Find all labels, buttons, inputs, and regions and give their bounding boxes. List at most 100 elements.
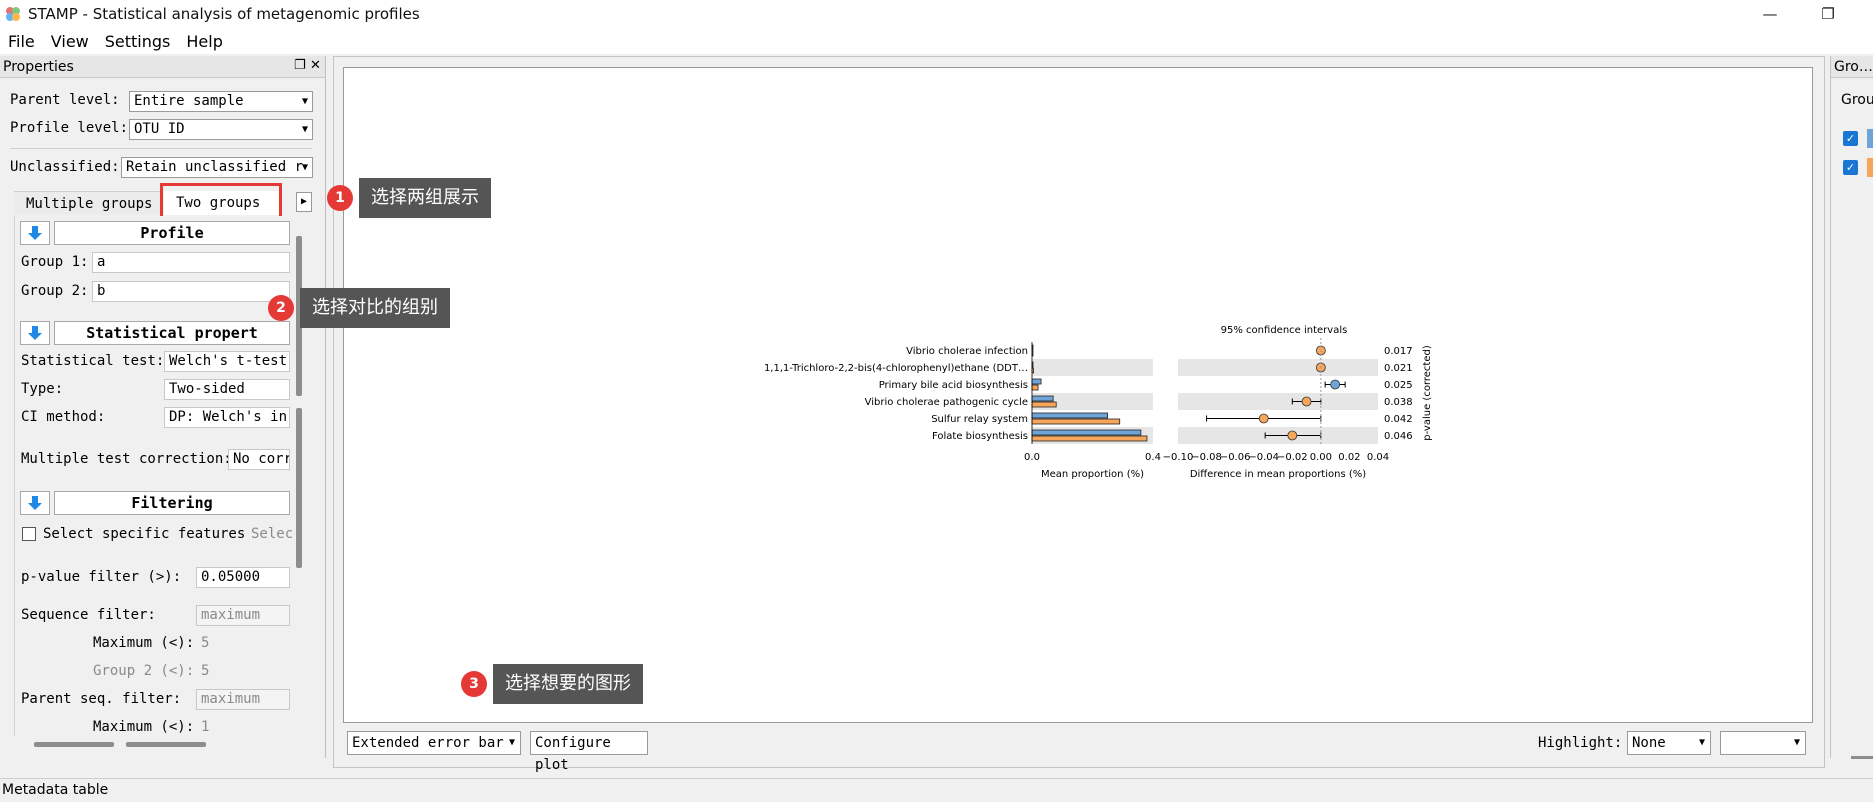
profile-section-title: Profile — [54, 221, 290, 245]
mean-diff-point — [1258, 413, 1269, 424]
row-band — [1032, 427, 1153, 444]
parent-maximum-spinbox[interactable]: 1 — [196, 717, 290, 738]
feature-label: Folate biosynthesis — [932, 431, 1028, 442]
group-b-checkbox[interactable]: ✓ — [1843, 160, 1858, 175]
groups-panel-title: Gro… — [1831, 56, 1873, 78]
h-scrollbar-thumb[interactable] — [34, 742, 114, 747]
bar-b — [1031, 418, 1121, 425]
x-tick-left: 0.0 — [1024, 452, 1040, 463]
correction-label: Multiple test correction: — [21, 451, 232, 467]
correction-combo[interactable]: No corr — [228, 449, 290, 470]
h-scrollbar-thumb[interactable] — [1851, 756, 1873, 759]
plot-type-combo[interactable]: Extended error bar ▼ — [347, 731, 521, 755]
parent-seq-filter-combo[interactable]: maximum — [196, 689, 290, 710]
minimize-icon[interactable]: — — [1746, 0, 1794, 28]
metadata-table-tab[interactable]: Metadata table — [2, 782, 108, 798]
highlight-label: Highlight: — [1538, 735, 1623, 751]
group-a-color-swatch[interactable] — [1867, 129, 1873, 148]
callout-text: 选择想要的图形 — [493, 664, 643, 704]
maximum-spinbox[interactable]: 5 — [196, 633, 290, 654]
plot-canvas: 95% confidence intervals Vibrio cholerae … — [343, 67, 1813, 723]
chevron-down-icon: ▼ — [1698, 737, 1705, 748]
bar-a — [1031, 412, 1109, 419]
tab-multiple-groups[interactable]: Multiple groups — [14, 191, 160, 215]
scrollbar-thumb[interactable] — [296, 408, 302, 568]
x-tick-right: −0.04 — [1248, 452, 1279, 463]
group2-combo[interactable]: b — [92, 281, 290, 302]
highlight-value: None — [1632, 735, 1666, 751]
menu-bar: File View Settings Help — [0, 28, 1873, 54]
ci-method-label: CI method: — [21, 409, 106, 425]
x-tick-right: 0.04 — [1367, 452, 1389, 463]
group1-label: Group 1: — [21, 254, 89, 270]
status-bar: Metadata table — [0, 778, 1873, 802]
x-tick-right: −0.06 — [1220, 452, 1251, 463]
arrow-down-icon — [28, 226, 42, 240]
select-features-checkbox[interactable] — [22, 527, 36, 541]
callout-text: 选择对比的组别 — [300, 288, 450, 328]
x-tick-right: 0.02 — [1338, 452, 1360, 463]
pvalue-filter-input[interactable]: 0.05000 — [196, 567, 290, 588]
row-band — [1032, 393, 1153, 410]
arrow-down-icon — [28, 326, 42, 340]
pvalue-label: 0.042 — [1384, 414, 1413, 425]
x-tick-left: 0.4 — [1145, 452, 1161, 463]
bar-a — [1031, 429, 1142, 436]
chevron-down-icon: ▼ — [1793, 737, 1800, 748]
select-features-button[interactable]: Selec — [251, 526, 293, 542]
configure-plot-button[interactable]: Configure plot — [530, 731, 648, 773]
x-tick-right: −0.10 — [1163, 452, 1194, 463]
h-scrollbar-thumb[interactable] — [126, 742, 206, 747]
group1-combo[interactable]: a — [92, 252, 290, 273]
mean-diff-point — [1287, 430, 1298, 441]
group2-max-spinbox[interactable]: 5 — [196, 661, 290, 682]
profile-level-value: OTU ID — [134, 121, 185, 137]
x-tick-right: −0.02 — [1277, 452, 1308, 463]
pvalue-label: 0.017 — [1384, 346, 1413, 357]
statistical-test-combo[interactable]: Welch's t-test — [164, 351, 290, 372]
bar-b — [1031, 401, 1057, 408]
feature-label: Vibrio cholerae infection — [906, 346, 1028, 357]
restore-icon[interactable]: ❐ — [1804, 0, 1852, 28]
menu-file[interactable]: File — [8, 32, 35, 51]
tab-scroll-right-icon[interactable]: ▶ — [296, 192, 312, 212]
callout-2: 2 选择对比的组别 — [268, 288, 450, 328]
unclassified-combo[interactable]: Retain unclassified r ▼ — [121, 157, 313, 178]
group-a-checkbox[interactable]: ✓ — [1843, 131, 1858, 146]
parent-level-combo[interactable]: Entire sample ▼ — [129, 91, 313, 112]
collapse-profile-button[interactable] — [20, 221, 50, 245]
collapse-statistical-button[interactable] — [20, 321, 50, 345]
menu-help[interactable]: Help — [186, 32, 222, 51]
statistical-test-label: Statistical test: — [21, 353, 165, 369]
group-b-color-swatch[interactable] — [1867, 158, 1873, 177]
feature-label: Sulfur relay system — [931, 414, 1028, 425]
chevron-down-icon: ▼ — [301, 124, 308, 135]
feature-label: Primary bile acid biosynthesis — [879, 380, 1028, 391]
ci-method-combo[interactable]: DP: Welch's in — [164, 407, 290, 428]
extended-error-bar-chart: 95% confidence intervals Vibrio cholerae … — [764, 325, 1433, 480]
type-combo[interactable]: Two-sided — [164, 379, 290, 400]
collapse-filtering-button[interactable] — [20, 491, 50, 515]
highlight-combo[interactable]: None ▼ — [1627, 731, 1711, 755]
callout-number: 1 — [327, 185, 353, 211]
x-label-left: Mean proportion (%) — [1041, 469, 1144, 480]
unclassified-label: Unclassified: — [10, 159, 120, 175]
float-icon[interactable]: ❐ — [294, 58, 306, 73]
sequence-filter-combo[interactable]: maximum — [196, 605, 290, 626]
x-tick-right: 0.00 — [1310, 452, 1332, 463]
chevron-down-icon: ▼ — [301, 96, 308, 107]
arrow-down-icon — [28, 496, 42, 510]
bar-a — [1031, 378, 1042, 385]
highlight-extra-combo[interactable]: ▼ — [1720, 731, 1806, 755]
profile-level-combo[interactable]: OTU ID ▼ — [129, 119, 313, 140]
filtering-section-title: Filtering — [54, 491, 290, 515]
properties-header: Properties ❐ ✕ — [0, 56, 325, 78]
close-icon[interactable]: ✕ — [310, 58, 321, 73]
stamp-app-icon — [6, 7, 20, 21]
menu-view[interactable]: View — [51, 32, 89, 51]
y-label-right: p-value (corrected) — [1422, 345, 1433, 441]
pvalue-label: 0.021 — [1384, 363, 1413, 374]
menu-settings[interactable]: Settings — [105, 32, 171, 51]
chevron-down-icon: ▼ — [508, 737, 515, 748]
chevron-down-icon: ▼ — [301, 162, 308, 173]
